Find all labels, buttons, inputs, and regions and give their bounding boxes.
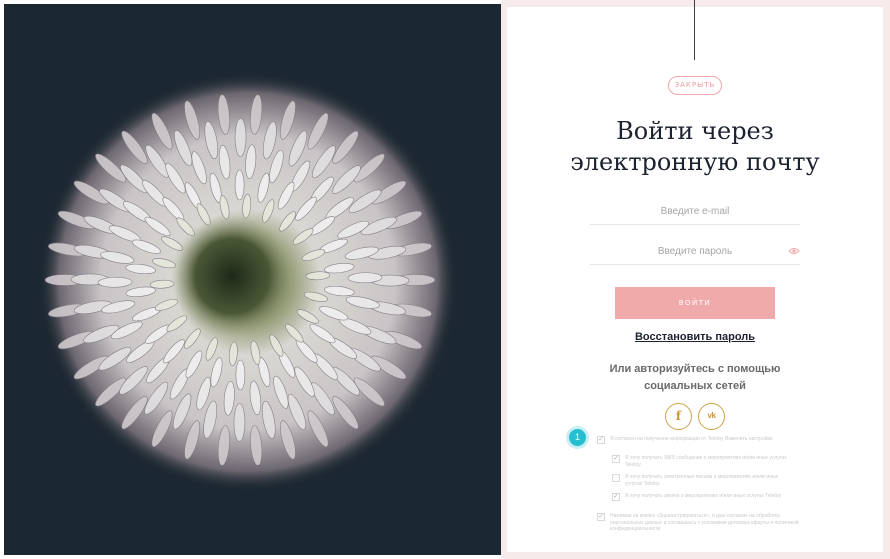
consent-checkbox-4[interactable]: ✓	[612, 493, 620, 501]
consent-text-1: Я согласен на получение информации от Te…	[610, 436, 773, 442]
check-icon: ✓	[598, 513, 604, 520]
check-icon: ✓	[613, 493, 619, 500]
login-button[interactable]: ВОЙТИ	[615, 287, 775, 319]
eye-icon[interactable]	[788, 246, 800, 256]
title-line-1: Войти через	[616, 117, 774, 145]
password-field-wrapper	[590, 239, 800, 265]
facebook-button[interactable]: f	[665, 403, 692, 430]
vk-button[interactable]: vk	[698, 403, 725, 430]
email-input[interactable]	[590, 199, 800, 224]
consent-checkbox-2[interactable]: ✓	[612, 455, 620, 463]
consent-checkbox-5[interactable]: ✓	[597, 513, 605, 521]
close-button[interactable]: ЗАКРЫТЬ	[668, 76, 722, 95]
facebook-icon: f	[675, 409, 682, 423]
petal	[235, 359, 246, 391]
consent-text-4: Я хочу получать звонки о мероприятиях и/…	[625, 493, 782, 499]
consent-text-3: Я хочу получать электронные письма о мер…	[625, 474, 779, 487]
email-field-wrapper	[590, 199, 800, 225]
check-icon: ✓	[598, 436, 604, 443]
consent-checkbox-3[interactable]	[612, 474, 620, 482]
petal	[233, 403, 246, 442]
consent-text-2: Я хочу получать SMS сообщения о мероприя…	[625, 455, 787, 468]
petal	[234, 118, 247, 157]
consent-checkbox-1[interactable]: ✓	[597, 436, 605, 444]
consent-text-5: Нажимая на кнопку «Зарегистрироваться», …	[610, 513, 799, 532]
page-title: Войти через электронную почту	[560, 116, 830, 178]
title-line-2: электронную почту	[570, 148, 820, 176]
hanging-line	[694, 0, 695, 60]
check-icon: ✓	[613, 455, 619, 462]
password-input[interactable]	[590, 239, 800, 264]
petal	[234, 169, 245, 201]
restore-password-link[interactable]: Восстановить пароль	[620, 331, 770, 343]
hint-badge[interactable]: 1	[569, 429, 586, 446]
social-login-text: Или авторизуйтесь с помощью социальных с…	[609, 363, 781, 392]
flower-image	[38, 72, 458, 492]
hero-image-panel	[4, 4, 501, 555]
vk-icon: vk	[707, 411, 716, 420]
